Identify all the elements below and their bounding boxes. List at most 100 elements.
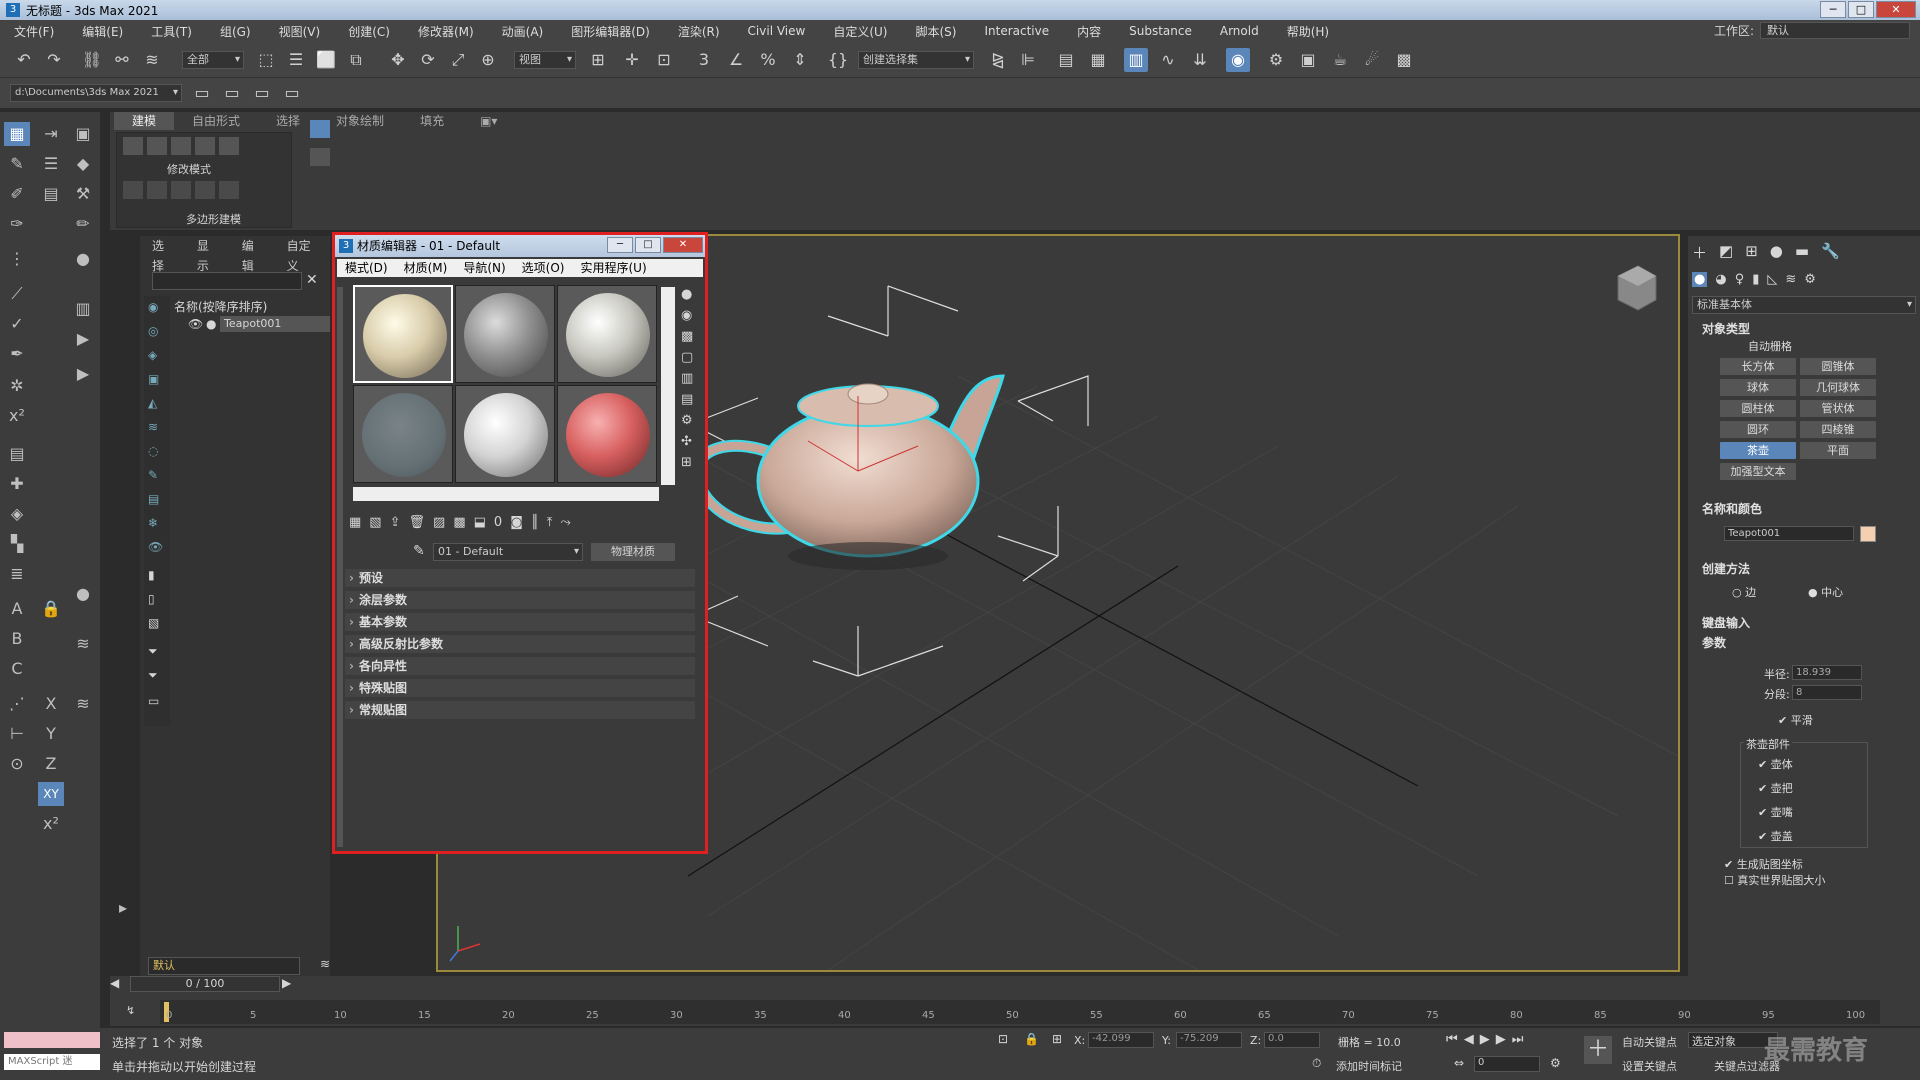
- radius-spinner[interactable]: 18.939: [1792, 665, 1862, 680]
- object-type-rollout[interactable]: 对象类型: [1702, 320, 1750, 337]
- close-button[interactable]: ✕: [1876, 1, 1916, 18]
- scene-tab-display[interactable]: 显示: [185, 236, 230, 273]
- menu-customize[interactable]: 自定义(U): [819, 23, 901, 40]
- time-slider-prev-icon[interactable]: ◀: [110, 976, 119, 990]
- eyedropper-icon[interactable]: ✎: [413, 543, 425, 559]
- filter-shapes-icon[interactable]: ◎: [148, 324, 158, 338]
- uv-tiling-icon[interactable]: ▢: [681, 350, 693, 365]
- primitive-type-dropdown[interactable]: 标准基本体: [1692, 296, 1916, 314]
- filter-funnel-icon[interactable]: ⏷: [148, 644, 158, 659]
- menu-animation[interactable]: 动画(A): [488, 23, 558, 40]
- rollout-advanced-reflectance[interactable]: 高级反射比参数: [345, 635, 695, 653]
- mat-close-button[interactable]: ✕: [663, 237, 703, 253]
- axis-x-icon[interactable]: X: [38, 692, 64, 716]
- filter-geometry-icon[interactable]: ◉: [148, 300, 158, 314]
- menu-file[interactable]: 文件(F): [0, 23, 68, 40]
- coord-y-input[interactable]: -75.209: [1176, 1032, 1242, 1048]
- slots-horizontal-scrollbar[interactable]: [353, 487, 659, 501]
- material-id-icon[interactable]: 0: [494, 515, 502, 530]
- box-tool-icon[interactable]: ▥: [70, 297, 96, 321]
- lock-icon[interactable]: 🔒: [38, 597, 64, 621]
- rollout-anisotropy[interactable]: 各向异性: [345, 657, 695, 675]
- ribbon-side-1-icon[interactable]: [310, 120, 330, 138]
- tube-button[interactable]: 管状体: [1800, 400, 1876, 417]
- render-setup-icon[interactable]: ⚙: [1264, 48, 1288, 72]
- edge-tool-icon[interactable]: ⟋: [4, 282, 30, 306]
- reset-map-icon[interactable]: 🗑: [409, 515, 426, 530]
- make-preview-icon[interactable]: ▤: [681, 392, 693, 407]
- unlink-icon[interactable]: ⚯: [110, 48, 134, 72]
- menu-help[interactable]: 帮助(H): [1273, 23, 1343, 40]
- menu-create[interactable]: 创建(C): [334, 23, 404, 40]
- pen-tool-icon[interactable]: ✒: [4, 342, 30, 366]
- expand-arrow-icon[interactable]: ▸: [110, 896, 136, 920]
- ribbon-tool-3-icon[interactable]: [171, 181, 191, 199]
- angle-snap-icon[interactable]: ∠: [724, 48, 748, 72]
- options-icon[interactable]: ⚙: [681, 413, 693, 428]
- ruler-icon[interactable]: ⊢: [4, 722, 30, 746]
- link-tool-icon[interactable]: ⇥: [38, 122, 64, 146]
- menu-view[interactable]: 视图(V): [265, 23, 335, 40]
- text-c-icon[interactable]: C: [4, 657, 30, 681]
- keyboard-entry-rollout[interactable]: 键盘输入: [1702, 614, 1750, 631]
- menu-substance[interactable]: Substance: [1115, 24, 1206, 38]
- selection-filter-dropdown[interactable]: 全部: [182, 51, 244, 69]
- spout-checkbox[interactable]: ✔ 壶嘴: [1758, 804, 1793, 820]
- absolute-mode-icon[interactable]: ⊞: [1052, 1032, 1062, 1046]
- material-slot-5[interactable]: [455, 385, 555, 483]
- curve-editor-icon[interactable]: ∿: [1156, 48, 1180, 72]
- coord-z-input[interactable]: 0.0: [1264, 1032, 1320, 1048]
- bind-space-warp-icon[interactable]: ≋: [140, 48, 164, 72]
- utilities-tab-icon[interactable]: 🔧: [1821, 242, 1840, 263]
- maximize-button[interactable]: □: [1848, 1, 1874, 18]
- current-frame-input[interactable]: 0: [1474, 1056, 1540, 1072]
- ref-coord-dropdown[interactable]: 视图: [514, 51, 576, 69]
- radio-edge[interactable]: ○ 边: [1732, 584, 1756, 600]
- time-tag-icon[interactable]: ⏱: [1312, 1056, 1321, 1071]
- material-slot-1[interactable]: [353, 285, 453, 383]
- systems-category-icon[interactable]: ⚙: [1804, 272, 1816, 287]
- geosphere-button[interactable]: 几何球体: [1800, 379, 1876, 396]
- mat-left-scrollbar[interactable]: [337, 287, 343, 847]
- plane-button[interactable]: 平面: [1800, 442, 1876, 459]
- select-object-icon[interactable]: ⬚: [254, 48, 278, 72]
- menu-tools[interactable]: 工具(T): [137, 23, 206, 40]
- minimize-button[interactable]: ─: [1820, 1, 1846, 18]
- select-by-material-icon[interactable]: ✣: [681, 434, 693, 449]
- torus-button[interactable]: 圆环: [1720, 421, 1796, 438]
- maxscript-input[interactable]: MAXScript 迷: [4, 1054, 100, 1070]
- ribbon-tool-5-icon[interactable]: [219, 181, 239, 199]
- project-save-icon[interactable]: ▭: [250, 81, 274, 105]
- mat-menu-modes[interactable]: 模式(D): [337, 259, 396, 277]
- vertex-mode-icon[interactable]: [123, 137, 143, 155]
- axis-y-icon[interactable]: Y: [38, 722, 64, 746]
- axis-xyz-icon[interactable]: x²: [38, 812, 64, 836]
- schematic-view-icon[interactable]: ⇊: [1188, 48, 1212, 72]
- axis-z-icon[interactable]: Z: [38, 752, 64, 776]
- name-color-rollout[interactable]: 名称和颜色: [1702, 500, 1762, 517]
- handle-checkbox[interactable]: ✔ 壶把: [1758, 780, 1793, 796]
- clear-search-icon[interactable]: ✕: [306, 272, 318, 288]
- gen-mapping-checkbox[interactable]: ✔ 生成贴图坐标: [1724, 856, 1803, 872]
- rollout-coating[interactable]: 涂层参数: [345, 591, 695, 609]
- set-key-button[interactable]: 设置关键点: [1622, 1058, 1677, 1074]
- filter-warps-icon[interactable]: ≋: [148, 420, 158, 434]
- go-to-start-icon[interactable]: ⏮: [1446, 1032, 1458, 1047]
- filter-groups-icon[interactable]: ◌: [148, 444, 158, 458]
- auto-key-button[interactable]: 自动关键点: [1622, 1034, 1677, 1050]
- stack-tool-icon[interactable]: ☰: [38, 152, 64, 176]
- axis-xy-icon[interactable]: XY: [38, 782, 64, 806]
- smooth-checkbox[interactable]: ✔ 平滑: [1778, 712, 1813, 728]
- project-path-dropdown[interactable]: d:\Documents\3ds Max 2021: [10, 84, 182, 102]
- ribbon-tool-1-icon[interactable]: [123, 181, 143, 199]
- coord-x-input[interactable]: -42.099: [1088, 1032, 1154, 1048]
- redo-icon[interactable]: ↷: [42, 48, 66, 72]
- autogrid-checkbox[interactable]: 自动栅格: [1748, 338, 1792, 354]
- material-slot-6[interactable]: [557, 385, 657, 483]
- mat-menu-navigation[interactable]: 导航(N): [455, 259, 513, 277]
- mat-menu-options[interactable]: 选项(O): [514, 259, 573, 277]
- poly-modeling-dropdown[interactable]: 多边形建模: [186, 211, 241, 227]
- hammer-tool-icon[interactable]: ⚒: [70, 182, 96, 206]
- text-b-icon[interactable]: B: [4, 627, 30, 651]
- radio-center[interactable]: ● 中心: [1808, 584, 1843, 600]
